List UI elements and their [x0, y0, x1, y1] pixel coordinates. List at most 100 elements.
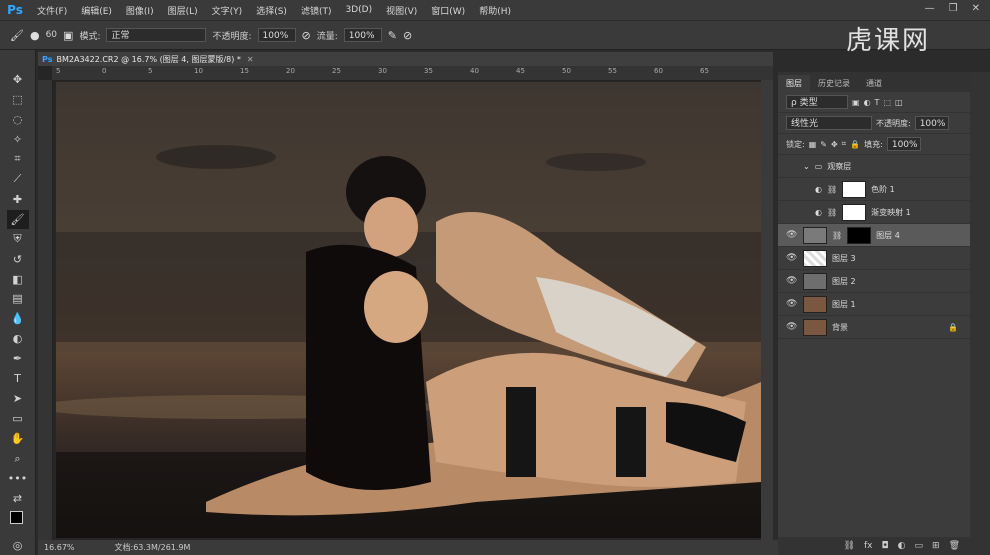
layer-adjustment[interactable]: ◐ ⛓ 色阶 1: [778, 178, 970, 201]
filter-pixel-icon[interactable]: ▣: [852, 98, 860, 107]
layer-row[interactable]: 👁 图层 3: [778, 247, 970, 270]
document-tab[interactable]: Ps BM2A3422.CR2 @ 16.7% (图层 4, 图层蒙版/8) *…: [38, 52, 773, 66]
mask-thumbnail[interactable]: [842, 180, 867, 198]
lock-pixels-icon[interactable]: ▦: [809, 140, 817, 149]
close-tab-icon[interactable]: ✕: [247, 55, 254, 64]
mode-select[interactable]: 正常: [106, 28, 207, 42]
new-adjustment-icon[interactable]: ◐: [898, 541, 906, 551]
eye-icon[interactable]: 👁: [786, 230, 798, 240]
filter-adjustment-icon[interactable]: ◐: [864, 98, 871, 107]
menu-edit[interactable]: 编辑(E): [74, 4, 119, 17]
move-tool-icon[interactable]: ✥: [7, 70, 29, 89]
menu-3d[interactable]: 3D(D): [338, 5, 379, 15]
close-icon[interactable]: ✕: [972, 3, 980, 14]
zoom-tool-icon[interactable]: ⌕: [7, 449, 29, 468]
crop-tool-icon[interactable]: ⌗: [7, 150, 29, 169]
lasso-tool-icon[interactable]: ◌: [7, 110, 29, 129]
menu-layer[interactable]: 图层(L): [161, 4, 205, 17]
menu-image[interactable]: 图像(I): [119, 4, 161, 17]
minimize-icon[interactable]: —: [925, 3, 935, 14]
lock-position-icon[interactable]: ✥: [831, 140, 838, 149]
blur-tool-icon[interactable]: 💧: [7, 309, 29, 328]
magic-wand-icon[interactable]: ✧: [7, 130, 29, 149]
quick-mask-icon[interactable]: ◎: [7, 536, 29, 555]
history-brush-icon[interactable]: ↺: [7, 250, 29, 269]
tab-layers[interactable]: 图层: [778, 75, 810, 92]
mask-thumbnail[interactable]: [842, 203, 867, 221]
lock-artboard-icon[interactable]: ⌗: [842, 139, 847, 149]
vertical-scrollbar[interactable]: [761, 80, 773, 540]
blend-mode-select[interactable]: 线性光: [786, 116, 872, 130]
brush-preset-icon[interactable]: ●: [30, 29, 40, 42]
brush-panel-icon[interactable]: ▣: [63, 29, 73, 42]
lock-all-icon[interactable]: 🔒: [850, 140, 860, 149]
pressure-size-icon[interactable]: ⊘: [403, 29, 412, 42]
delete-layer-icon[interactable]: 🗑: [949, 541, 960, 551]
restore-icon[interactable]: ❐: [949, 3, 958, 14]
filter-shape-icon[interactable]: ⬚: [883, 98, 891, 107]
filter-kind-select[interactable]: ρ 类型: [786, 95, 848, 109]
tab-history[interactable]: 历史记录: [810, 75, 858, 92]
chevron-down-icon[interactable]: ⌄: [803, 162, 810, 171]
layer-row-selected[interactable]: 👁 ⛓ 图层 4: [778, 224, 970, 247]
layer-thumbnail[interactable]: [803, 295, 827, 313]
link-layers-icon[interactable]: ⛓: [844, 541, 855, 551]
menu-select[interactable]: 选择(S): [249, 4, 294, 17]
layer-group[interactable]: ⌄ ▭ 观察层: [778, 155, 970, 178]
layer-opacity-field[interactable]: 100%: [914, 116, 949, 130]
zoom-level[interactable]: 16.67%: [44, 543, 75, 552]
menu-window[interactable]: 窗口(W): [424, 4, 472, 17]
new-group-icon[interactable]: ▭: [915, 541, 924, 551]
more-tools-icon[interactable]: •••: [7, 469, 29, 488]
ruler-mark: 50: [562, 67, 571, 75]
path-select-icon[interactable]: ➤: [7, 389, 29, 408]
menu-file[interactable]: 文件(F): [30, 4, 74, 17]
photo-canvas[interactable]: [56, 82, 761, 538]
layer-row[interactable]: 👁 图层 1: [778, 293, 970, 316]
eyedropper-icon[interactable]: ⟋: [7, 170, 29, 189]
eye-icon[interactable]: 👁: [786, 299, 798, 309]
color-swatches-icon[interactable]: [7, 509, 29, 535]
menu-type[interactable]: 文字(Y): [205, 4, 250, 17]
eye-icon[interactable]: 👁: [786, 276, 798, 286]
filter-type-icon[interactable]: T: [875, 98, 880, 107]
eye-icon[interactable]: 👁: [786, 322, 798, 332]
layer-row[interactable]: 👁 图层 2: [778, 270, 970, 293]
fill-field[interactable]: 100%: [886, 137, 921, 151]
shape-tool-icon[interactable]: ▭: [7, 409, 29, 428]
new-layer-icon[interactable]: ⊞: [932, 541, 940, 551]
color-swap-icon[interactable]: ⇄: [7, 489, 29, 508]
lock-paint-icon[interactable]: ✎: [820, 140, 827, 149]
brush-tool-icon[interactable]: 🖌: [10, 29, 24, 42]
eye-icon[interactable]: 👁: [786, 253, 798, 263]
brush-size-value[interactable]: 60: [46, 30, 57, 40]
gradient-tool-icon[interactable]: ▤: [7, 289, 29, 308]
hand-tool-icon[interactable]: ✋: [7, 429, 29, 448]
filter-smart-icon[interactable]: ◫: [895, 98, 903, 107]
menu-view[interactable]: 视图(V): [379, 4, 424, 17]
layer-thumbnail[interactable]: [803, 226, 827, 244]
layer-thumbnail[interactable]: [803, 249, 827, 267]
add-mask-icon[interactable]: ◘: [882, 541, 889, 551]
pen-tool-icon[interactable]: ✒: [7, 349, 29, 368]
dodge-tool-icon[interactable]: ◐: [7, 329, 29, 348]
brush-tool-icon[interactable]: 🖌: [6, 209, 29, 229]
eraser-tool-icon[interactable]: ◧: [7, 270, 29, 289]
layer-thumbnail[interactable]: [803, 318, 827, 336]
pressure-opacity-icon[interactable]: ⊘: [302, 29, 311, 42]
layer-row[interactable]: 👁 背景 🔒: [778, 316, 970, 339]
marquee-tool-icon[interactable]: ⬚: [7, 90, 29, 109]
flow-field[interactable]: 100%: [343, 28, 382, 42]
healing-brush-icon[interactable]: ✚: [7, 190, 29, 209]
type-tool-icon[interactable]: T: [7, 369, 29, 388]
menu-help[interactable]: 帮助(H): [472, 4, 518, 17]
layer-thumbnail[interactable]: [803, 272, 827, 290]
tab-channels[interactable]: 通道: [858, 75, 890, 92]
layer-adjustment[interactable]: ◐ ⛓ 渐变映射 1: [778, 201, 970, 224]
mask-thumbnail[interactable]: [847, 226, 872, 244]
stamp-tool-icon[interactable]: ⛨: [7, 230, 29, 249]
menu-filter[interactable]: 滤镜(T): [294, 4, 339, 17]
opacity-field[interactable]: 100%: [257, 28, 296, 42]
fx-icon[interactable]: fx: [864, 541, 873, 551]
airbrush-icon[interactable]: ✎: [388, 29, 397, 42]
